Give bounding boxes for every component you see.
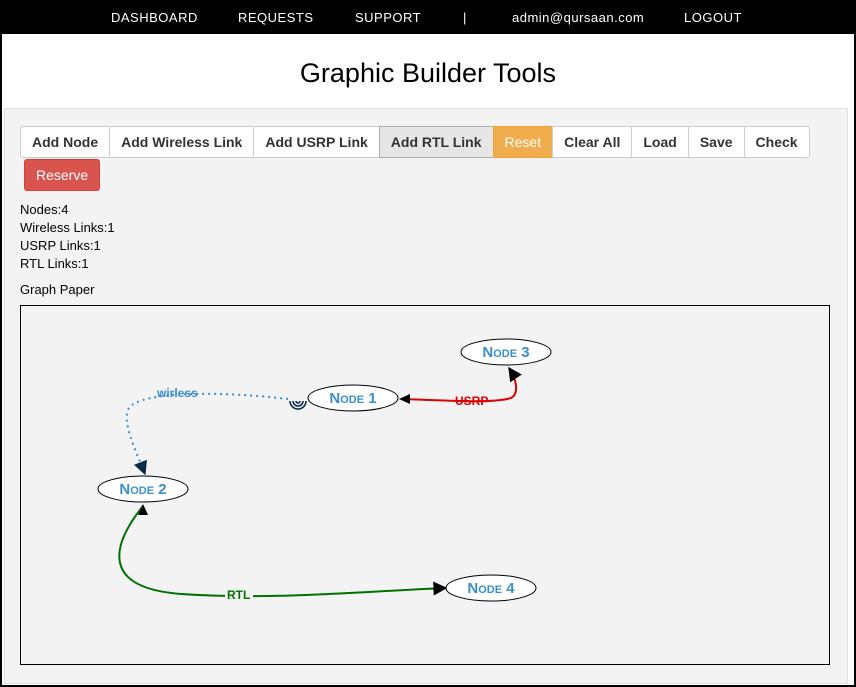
rtl-link-edge[interactable] [118, 505, 448, 598]
clear-all-button[interactable]: Clear All [552, 126, 633, 158]
nav-support[interactable]: SUPPORT [355, 10, 421, 25]
node-4-label-initial: N [467, 580, 478, 597]
node-2-label-number: 2 [154, 481, 167, 498]
nav-separator: | [463, 10, 467, 25]
wireless-link-edge[interactable] [125, 392, 289, 476]
wireless-link-label: wirless [156, 386, 198, 400]
stat-rtl-links: RTL Links:1 [20, 256, 89, 271]
page-title: Graphic Builder Tools [299, 58, 557, 88]
wifi-icon [289, 400, 307, 410]
node-1-label-smallcaps: ODE [340, 394, 364, 406]
node-1-label-number: 1 [364, 390, 377, 407]
nav-user-email[interactable]: admin@qursaan.com [512, 10, 644, 25]
stat-usrp-links: USRP Links:1 [20, 238, 101, 253]
node-2-label-initial: N [119, 481, 130, 498]
graph-svg: wirless USRP RTL NODE 1 NODE 2 NODE 3 NO… [97, 338, 552, 602]
node-2[interactable]: NODE 2 [97, 475, 189, 503]
node-3-label-initial: N [482, 344, 493, 361]
stat-wireless-links: Wireless Links:1 [20, 220, 115, 235]
node-4[interactable]: NODE 4 [445, 574, 537, 602]
reserve-button[interactable]: Reserve [24, 159, 101, 191]
nav-logout[interactable]: LOGOUT [684, 10, 742, 25]
graph-paper-label: Graph Paper [20, 282, 95, 297]
graph-paper-canvas[interactable]: wirless USRP RTL NODE 1 NODE 2 NODE 3 NO… [20, 305, 830, 665]
node-2-label-smallcaps: ODE [130, 485, 154, 497]
usrp-link-label: USRP [455, 394, 488, 408]
add-usrp-link-button[interactable]: Add USRP Link [253, 126, 380, 158]
add-rtl-link-button[interactable]: Add RTL Link [378, 126, 494, 158]
load-button[interactable]: Load [631, 126, 689, 158]
node-4-label-smallcaps: ODE [478, 584, 502, 596]
node-1-label-initial: N [329, 390, 340, 407]
nav-dashboard[interactable]: DASHBOARD [111, 10, 198, 25]
add-node-button[interactable]: Add Node [20, 126, 111, 158]
usrp-link-arrowhead [399, 394, 410, 404]
node-3-label-smallcaps: ODE [493, 348, 517, 360]
rtl-link-label: RTL [227, 588, 250, 602]
stat-nodes: Nodes:4 [20, 202, 69, 217]
toolbar-button-group: Add Node Add Wireless Link Add USRP Link… [20, 126, 810, 158]
top-navbar: DASHBOARD REQUESTS SUPPORT | admin@qursa… [0, 0, 856, 34]
node-3[interactable]: NODE 3 [460, 338, 552, 366]
node-1[interactable]: NODE 1 [307, 384, 399, 412]
node-3-label-number: 3 [517, 344, 530, 361]
save-button[interactable]: Save [687, 126, 745, 158]
nav-requests[interactable]: REQUESTS [238, 10, 314, 25]
add-wireless-link-button[interactable]: Add Wireless Link [109, 126, 255, 158]
check-button[interactable]: Check [743, 126, 810, 158]
reset-button[interactable]: Reset [492, 126, 554, 158]
node-4-label-number: 4 [502, 580, 515, 597]
